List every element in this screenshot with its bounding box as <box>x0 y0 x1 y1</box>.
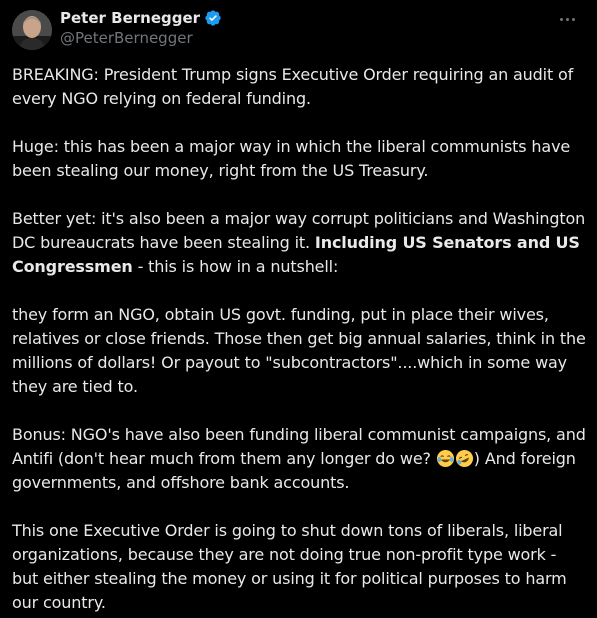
verified-badge-icon[interactable] <box>204 9 222 27</box>
tweet-text: BREAKING: President Trump signs Executiv… <box>12 63 586 615</box>
author-display-name[interactable]: Peter Bernegger <box>60 9 200 27</box>
avatar[interactable] <box>12 10 52 50</box>
tweet-paragraph-1: BREAKING: President Trump signs Executiv… <box>12 65 574 108</box>
author-handle[interactable]: @PeterBernegger <box>60 29 193 47</box>
tweet-paragraph-6: This one Executive Order is going to shu… <box>12 521 567 612</box>
tears-of-joy-emoji-icon <box>436 449 454 468</box>
more-options-icon[interactable] <box>557 10 577 28</box>
tweet-paragraph-5: Bonus: NGO's have also been funding libe… <box>12 423 586 495</box>
tweet-paragraph-3: Better yet: it's also been a major way c… <box>12 207 586 279</box>
tweet-paragraph-4: they form an NGO, obtain US govt. fundin… <box>12 305 586 396</box>
tweet-paragraph-2: Huge: this has been a major way in which… <box>12 137 571 180</box>
tweet-card: Peter Bernegger @PeterBernegger BREAKING… <box>0 0 597 618</box>
rolling-laughing-emoji-icon <box>455 449 473 468</box>
tweet-paragraph-3-end: - this is how in a nutshell: <box>132 257 339 276</box>
author-name-row: Peter Bernegger <box>60 8 222 28</box>
